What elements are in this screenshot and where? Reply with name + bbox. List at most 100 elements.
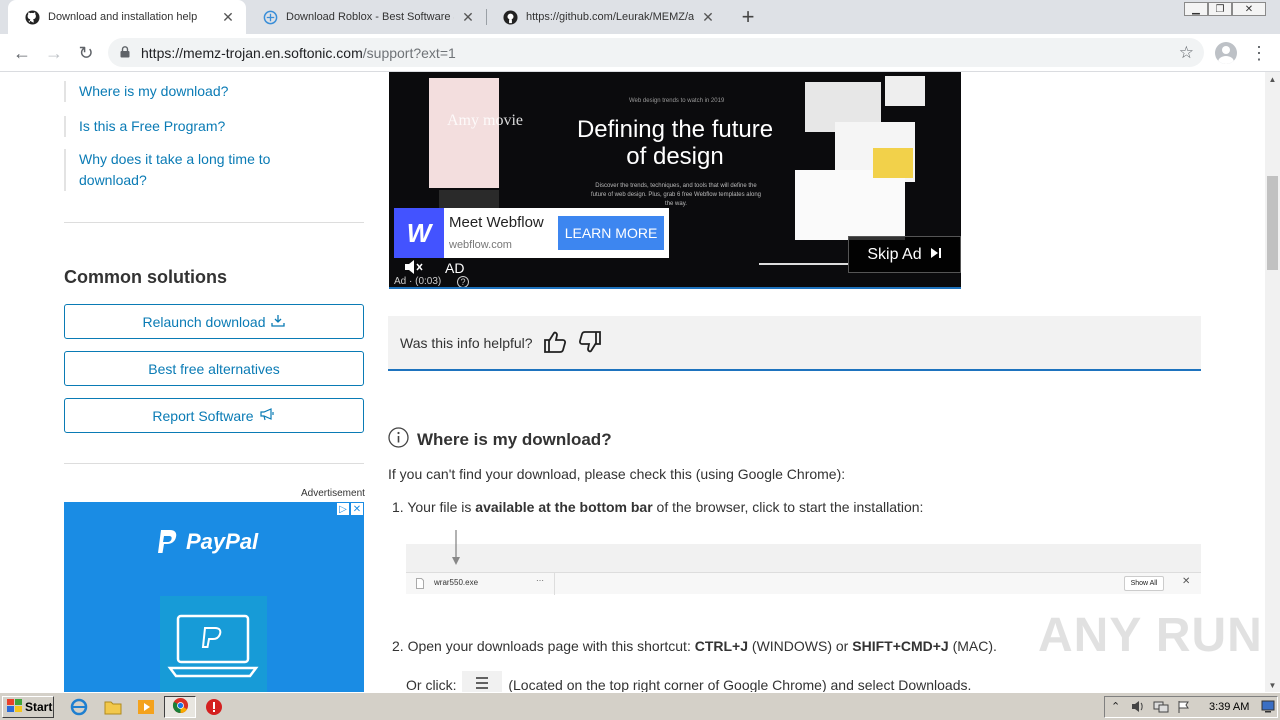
page-viewport: Where is my download? Is this a Free Pro… <box>0 72 1265 692</box>
chrome-taskbar-button[interactable] <box>164 696 196 718</box>
video-kicker: Web design trends to watch in 2019 <box>629 98 725 104</box>
github-icon <box>502 9 518 25</box>
close-window-icon[interactable]: ✕ <box>1232 2 1266 16</box>
tab-download-help[interactable]: Download and installation help ✕ <box>8 0 246 34</box>
thumbs-down-icon[interactable] <box>577 329 603 355</box>
design-card-right-4 <box>873 148 913 178</box>
windows-taskbar: Start ⌃ 3:39 AM <box>0 692 1280 720</box>
close-icon: ✕ <box>1182 576 1191 587</box>
more-icon: ⋯ <box>536 576 544 585</box>
anyrun-watermark: ANY RUN <box>1038 609 1263 662</box>
step-1: 1. Your file is available at the bottom … <box>392 499 923 515</box>
volume-icon[interactable] <box>1131 700 1145 716</box>
start-button[interactable]: Start <box>2 696 54 718</box>
network-icon[interactable] <box>1153 700 1169 717</box>
megaphone-icon <box>259 407 276 424</box>
scrollbar-thumb[interactable] <box>1267 176 1278 270</box>
learn-more-button[interactable]: LEARN MORE <box>558 216 664 250</box>
close-tab-icon[interactable]: ✕ <box>700 9 716 25</box>
report-software-button[interactable]: Report Software <box>64 398 364 433</box>
step-text: 1. Your file is <box>392 499 476 515</box>
scroll-down-icon[interactable]: ▼ <box>1265 678 1280 692</box>
download-icon <box>271 314 286 330</box>
file-icon <box>416 577 424 592</box>
faq-link-long-download[interactable]: Why does it take a long time to download… <box>64 149 284 191</box>
relaunch-download-button[interactable]: Relaunch download <box>64 304 364 339</box>
info-icon <box>388 427 409 453</box>
paypal-ad[interactable]: ▷ ✕ PayPal <box>64 502 364 692</box>
internet-explorer-icon[interactable] <box>70 698 88 716</box>
url-host: https://memz-trojan.en.softonic.com <box>141 45 363 61</box>
webflow-logo: W <box>394 208 444 258</box>
arrow-down-icon <box>452 530 460 565</box>
windows-logo-icon <box>7 699 22 715</box>
action-center-flag-icon[interactable] <box>1177 700 1191 717</box>
best-free-alternatives-button[interactable]: Best free alternatives <box>64 351 364 386</box>
advertiser-panel[interactable]: W Meet Webflow webflow.com LEARN MORE <box>394 208 669 258</box>
button-label: Relaunch download <box>142 313 266 330</box>
chrome-menu-icon[interactable]: ⋮ <box>1250 42 1268 64</box>
advertiser-url: webflow.com <box>449 239 512 251</box>
close-tab-icon[interactable]: ✕ <box>220 9 236 25</box>
folder-icon[interactable] <box>104 698 122 716</box>
paypal-brand: PayPal <box>186 529 259 554</box>
ad-timer: Ad · (0:03) <box>394 276 442 287</box>
faq-link-where-download[interactable]: Where is my download? <box>64 81 304 102</box>
tray-expand-icon[interactable]: ⌃ <box>1111 700 1120 713</box>
shortcut-mac: SHIFT+CMD+J <box>852 638 949 654</box>
github-icon <box>24 9 40 25</box>
article-intro: If you can't find your download, please … <box>388 466 846 482</box>
mute-icon[interactable] <box>404 260 424 277</box>
tab-title: https://github.com/Leurak/MEMZ/ar <box>526 11 694 23</box>
step-2: 2. Open your downloads page with this sh… <box>392 638 997 654</box>
laptop-image <box>160 596 267 692</box>
help-icon[interactable]: ? <box>457 276 469 287</box>
video-ad[interactable]: Amy movie Web design trends to watch in … <box>389 72 961 289</box>
skip-label: Skip Ad <box>867 245 922 263</box>
tab-github[interactable]: https://github.com/Leurak/MEMZ/ar ✕ <box>486 0 726 34</box>
adchoices-icon[interactable]: ▷ ✕ <box>336 502 364 516</box>
profile-avatar[interactable] <box>1215 42 1237 64</box>
step-text: (MAC). <box>948 638 997 654</box>
page-scrollbar[interactable]: ▲ ▼ <box>1265 72 1280 692</box>
skip-ad-button[interactable]: Skip Ad <box>848 236 961 273</box>
design-card-top <box>885 76 925 106</box>
article-heading: Where is my download? <box>388 427 612 453</box>
minimize-icon[interactable]: ▁ <box>1184 2 1208 16</box>
tab-title: Download and installation help <box>48 11 198 23</box>
system-tray: ⌃ 3:39 AM <box>1104 696 1278 718</box>
show-desktop-icon[interactable] <box>1261 700 1275 716</box>
advertiser-name: Meet Webflow <box>449 214 544 231</box>
back-icon[interactable]: ← <box>9 40 35 66</box>
clock: 3:39 AM <box>1209 701 1250 713</box>
restore-icon[interactable]: ❐ <box>1208 2 1232 16</box>
step-text: 2. Open your downloads page with this sh… <box>392 638 695 654</box>
address-bar[interactable]: https://memz-trojan.en.softonic.com/supp… <box>108 38 1204 67</box>
button-label: Report Software <box>152 407 254 424</box>
media-player-icon[interactable] <box>137 698 155 716</box>
bookmark-star-icon[interactable]: ☆ <box>1179 43 1194 63</box>
shortcut-windows: CTRL+J <box>694 638 749 654</box>
show-all-button: Show All <box>1124 576 1164 591</box>
paypal-logo: PayPal <box>156 528 258 556</box>
red-stop-icon[interactable] <box>205 698 223 716</box>
softonic-icon <box>262 9 278 25</box>
faq-link-free-program[interactable]: Is this a Free Program? <box>64 116 304 137</box>
forward-icon[interactable]: → <box>41 40 67 66</box>
step-bold: available at the bottom bar <box>475 499 653 515</box>
new-tab-icon[interactable]: + <box>736 4 760 29</box>
reload-icon[interactable]: ↻ <box>73 40 99 66</box>
thumbs-up-icon[interactable] <box>542 329 568 355</box>
download-strip: wrar550.exe ⋯ Show All ✕ <box>406 572 1201 595</box>
browser-toolbar: ← → ↻ https://memz-trojan.en.softonic.co… <box>0 34 1280 72</box>
tab-roblox[interactable]: Download Roblox - Best Software & ✕ <box>246 0 486 34</box>
video-progress <box>759 263 849 265</box>
ad-badge: AD <box>445 260 465 276</box>
scroll-up-icon[interactable]: ▲ <box>1265 72 1280 86</box>
download-bar-illustration: wrar550.exe ⋯ Show All ✕ <box>406 530 1201 595</box>
feedback-box: Was this info helpful? <box>388 316 1201 371</box>
tab-title: Download Roblox - Best Software & <box>286 11 454 23</box>
step-text: Or click: <box>406 677 461 692</box>
divider <box>64 463 364 464</box>
close-tab-icon[interactable]: ✕ <box>460 9 476 25</box>
